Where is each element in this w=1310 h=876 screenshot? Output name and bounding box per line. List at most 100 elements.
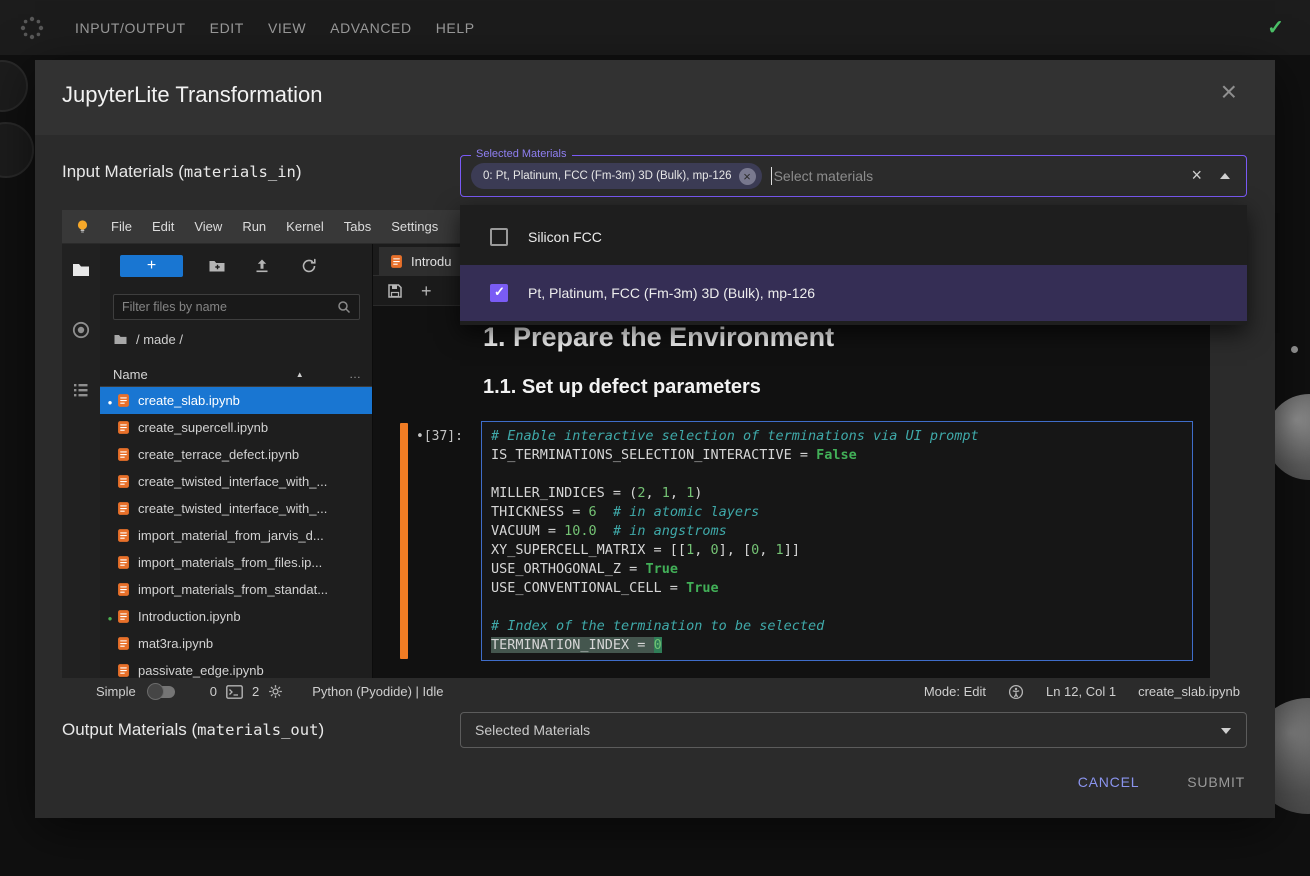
new-launcher-button[interactable]: + xyxy=(120,255,183,277)
option-checkbox[interactable] xyxy=(490,228,508,246)
material-option[interactable]: Pt, Platinum, FCC (Fm-3m) 3D (Bulk), mp-… xyxy=(460,265,1247,321)
jupyter-menu-item[interactable]: Edit xyxy=(142,219,184,234)
accessibility-icon[interactable] xyxy=(1008,684,1024,700)
notebook-file-icon xyxy=(116,393,131,408)
file-name: import_material_from_jarvis_d... xyxy=(138,528,324,543)
file-status-dot xyxy=(104,473,116,491)
file-list-header[interactable]: Name ▲ … xyxy=(100,362,372,387)
unsaved-dot: • xyxy=(416,429,424,444)
filter-files-input[interactable] xyxy=(114,300,337,314)
screen: INPUT/OUTPUT EDIT VIEW ADVANCED HELP ✓ Jupyt… xyxy=(0,0,1310,876)
file-browser-icon[interactable] xyxy=(71,260,91,280)
chevron-up-icon[interactable] xyxy=(1220,173,1230,179)
file-row[interactable]: import_materials_from_standat... xyxy=(100,576,372,603)
file-browser: + xyxy=(100,244,373,678)
filter-files-box[interactable] xyxy=(113,294,360,320)
new-folder-icon[interactable] xyxy=(208,257,226,280)
breadcrumb[interactable]: / made / xyxy=(113,332,183,347)
home-folder-icon[interactable] xyxy=(113,332,128,347)
file-status-dot xyxy=(104,581,116,599)
file-row[interactable]: create_twisted_interface_with_... xyxy=(100,495,372,522)
chip-remove-icon[interactable]: × xyxy=(739,168,756,185)
jupyter-sidebar xyxy=(62,244,100,678)
top-menu-item[interactable]: HELP xyxy=(436,20,475,36)
status-bar-left: Simple 0 2 Python (Pyodide) | Idle xyxy=(96,684,444,699)
materials-select-label: Selected Materials xyxy=(471,148,572,160)
terminal-icon xyxy=(226,685,243,699)
header-menu-icon[interactable]: … xyxy=(349,367,362,381)
file-name: create_slab.ipynb xyxy=(138,393,240,408)
save-icon[interactable] xyxy=(387,283,403,299)
file-row[interactable]: create_terrace_defect.ipynb xyxy=(100,441,372,468)
jupyter-menu-item[interactable]: File xyxy=(101,219,142,234)
file-row[interactable]: import_material_from_jarvis_d... xyxy=(100,522,372,549)
top-menu-item[interactable]: INPUT/OUTPUT xyxy=(75,20,186,36)
file-row[interactable]: Introduction.ipynb xyxy=(100,603,372,630)
notebook-tab-label: Introdu xyxy=(411,254,451,269)
upload-icon[interactable] xyxy=(253,257,271,280)
top-menu-item[interactable]: ADVANCED xyxy=(330,20,412,36)
jupyterlite-logo-icon xyxy=(74,218,91,235)
running-sessions-icon[interactable] xyxy=(71,320,91,340)
materials-multiselect[interactable]: Selected Materials 0: Pt, Platinum, FCC … xyxy=(460,155,1247,197)
kernel-status[interactable]: Python (Pyodide) | Idle xyxy=(312,684,443,699)
file-row[interactable]: import_materials_from_files.ip... xyxy=(100,549,372,576)
jupyter-menu-item[interactable]: View xyxy=(184,219,232,234)
statusbar-filename[interactable]: create_slab.ipynb xyxy=(1138,684,1240,699)
simple-mode-toggle[interactable] xyxy=(149,686,175,698)
output-materials-select[interactable]: Selected Materials xyxy=(460,712,1247,748)
cursor-position[interactable]: Ln 12, Col 1 xyxy=(1046,684,1116,699)
dialog-title: JupyterLite Transformation xyxy=(62,82,322,108)
table-of-contents-icon[interactable] xyxy=(71,380,91,400)
file-status-dot xyxy=(104,392,116,410)
markdown-heading-1: 1. Prepare the Environment xyxy=(483,322,834,353)
top-menu-bar: INPUT/OUTPUT EDIT VIEW ADVANCED HELP ✓ xyxy=(0,0,1310,55)
file-row[interactable]: create_twisted_interface_with_... xyxy=(100,468,372,495)
file-name: import_materials_from_standat... xyxy=(138,582,328,597)
submit-button[interactable]: SUBMIT xyxy=(1187,774,1245,790)
material-option[interactable]: Silicon FCC xyxy=(460,209,1247,265)
file-status-dot xyxy=(104,500,116,518)
execution-count-text: [37]: xyxy=(424,429,463,444)
close-icon[interactable]: × xyxy=(1221,78,1237,106)
breadcrumb-path: / made / xyxy=(136,332,183,347)
add-cell-icon[interactable]: + xyxy=(421,282,432,300)
notebook-tab-icon xyxy=(389,254,404,269)
markdown-heading-2: 1.1. Set up defect parameters xyxy=(483,376,761,399)
jupyter-menu-item[interactable]: Settings xyxy=(381,219,448,234)
top-menu-item[interactable]: EDIT xyxy=(210,20,244,36)
kernel-sessions-icon xyxy=(268,684,283,699)
file-row[interactable]: passivate_edge.ipynb xyxy=(100,657,372,678)
code-editor[interactable]: # Enable interactive selection of termin… xyxy=(481,421,1193,661)
file-status-dot xyxy=(104,419,116,437)
file-status-dot xyxy=(104,527,116,545)
file-row[interactable]: mat3ra.ipynb xyxy=(100,630,372,657)
notebook-file-icon xyxy=(116,447,131,462)
check-icon[interactable]: ✓ xyxy=(1267,15,1284,40)
active-cell-indicator[interactable] xyxy=(400,423,408,659)
file-browser-toolbar: + xyxy=(100,244,372,288)
materials-select-placeholder: Select materials xyxy=(774,168,874,184)
file-name: passivate_edge.ipynb xyxy=(138,663,264,678)
file-list: create_slab.ipynb create_supercell.ipynb xyxy=(100,387,372,678)
jupyter-menus: FileEditViewRunKernelTabsSettings xyxy=(101,219,448,234)
kernel-count[interactable]: 2 xyxy=(252,684,259,699)
app-logo-icon[interactable] xyxy=(18,13,48,43)
file-row[interactable]: create_slab.ipynb xyxy=(100,387,372,414)
jupyter-menu-item[interactable]: Run xyxy=(232,219,276,234)
refresh-icon[interactable] xyxy=(300,257,318,280)
jupyter-menu-item[interactable]: Kernel xyxy=(276,219,334,234)
file-row[interactable]: create_supercell.ipynb xyxy=(100,414,372,441)
jupyter-menu-item[interactable]: Tabs xyxy=(334,219,381,234)
material-option-label: Pt, Platinum, FCC (Fm-3m) 3D (Bulk), mp-… xyxy=(528,285,815,301)
text-caret xyxy=(771,167,772,185)
notebook-file-icon xyxy=(116,528,131,543)
terminal-count[interactable]: 0 xyxy=(210,684,217,699)
input-materials-label-suffix: ) xyxy=(296,162,302,181)
clear-selection-icon[interactable]: × xyxy=(1191,166,1202,184)
material-chip[interactable]: 0: Pt, Platinum, FCC (Fm-3m) 3D (Bulk), … xyxy=(471,163,762,189)
option-checkbox[interactable] xyxy=(490,284,508,302)
cancel-button[interactable]: CANCEL xyxy=(1078,774,1140,790)
top-menu-item[interactable]: VIEW xyxy=(268,20,306,36)
mode-indicator[interactable]: Mode: Edit xyxy=(924,684,986,699)
